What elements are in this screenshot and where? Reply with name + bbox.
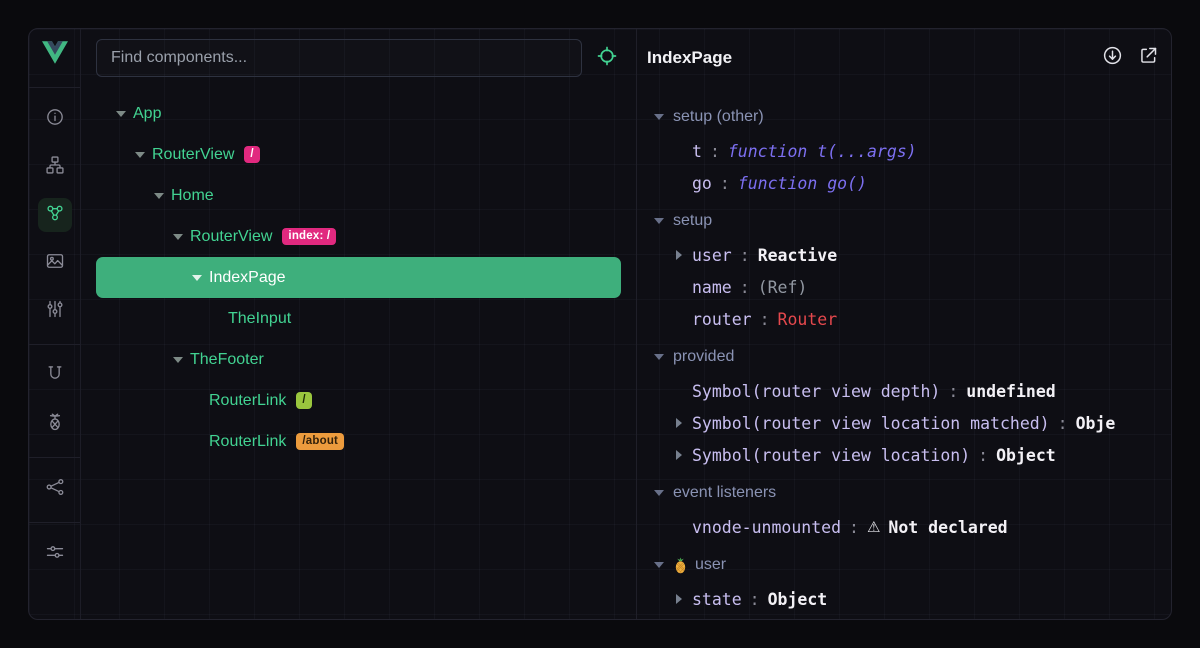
section-setup-other: setup (other) t:function t(...args) go:f… bbox=[637, 99, 1171, 199]
graph-icon bbox=[45, 477, 65, 502]
tree-item-theinput[interactable]: TheInput bbox=[96, 298, 621, 339]
caret-right-icon[interactable] bbox=[676, 450, 682, 460]
sidebar-divider bbox=[29, 87, 80, 88]
section-header[interactable]: user bbox=[637, 547, 1171, 583]
property-row[interactable]: name:(Ref) bbox=[637, 271, 1171, 303]
hook-icon bbox=[45, 364, 65, 389]
caret-down-icon bbox=[654, 114, 664, 120]
section-setup: setup user:Reactive name:(Ref) router:Ro… bbox=[637, 203, 1171, 335]
property-row[interactable]: t:function t(...args) bbox=[637, 135, 1171, 167]
components-icon bbox=[45, 203, 65, 228]
section-header[interactable]: setup bbox=[637, 203, 1171, 239]
sidebar-item-graph[interactable] bbox=[38, 472, 72, 506]
caret-down-icon[interactable] bbox=[116, 111, 126, 117]
sidebar-item-hierarchy[interactable] bbox=[38, 150, 72, 184]
component-tree-panel: App RouterView / Home RouterView index: … bbox=[81, 29, 636, 619]
sidebar-item-components[interactable] bbox=[38, 198, 72, 232]
route-badge: index: / bbox=[282, 228, 336, 246]
sliders-vertical-icon bbox=[45, 299, 65, 324]
caret-down-icon[interactable] bbox=[154, 193, 164, 199]
hierarchy-icon bbox=[45, 155, 65, 180]
vue-devtools-window: App RouterView / Home RouterView index: … bbox=[28, 28, 1172, 620]
sidebar-item-hooks[interactable] bbox=[38, 359, 72, 393]
tree-item-routerlink-about[interactable]: RouterLink /about bbox=[96, 421, 621, 462]
route-badge: /about bbox=[296, 433, 344, 451]
sliders-horizontal-icon bbox=[45, 542, 65, 567]
caret-down-icon bbox=[654, 562, 664, 568]
sidebar-divider bbox=[29, 522, 80, 523]
open-in-editor-button[interactable] bbox=[1135, 45, 1161, 71]
sidebar-item-timeline[interactable] bbox=[38, 294, 72, 328]
route-badge: / bbox=[296, 392, 311, 410]
caret-down-icon[interactable] bbox=[135, 152, 145, 158]
component-tree: App RouterView / Home RouterView index: … bbox=[81, 77, 636, 619]
inspector-header: IndexPage bbox=[637, 29, 1171, 77]
route-badge: / bbox=[244, 146, 259, 164]
vue-logo bbox=[42, 41, 68, 64]
caret-right-icon[interactable] bbox=[676, 594, 682, 604]
tree-item-app[interactable]: App bbox=[96, 93, 621, 134]
search-input[interactable] bbox=[96, 39, 582, 77]
inspector-panel: IndexPage setup (other) t:function t(...… bbox=[637, 29, 1171, 619]
tree-header bbox=[81, 29, 636, 77]
property-row[interactable]: Symbol(router view location):Object bbox=[637, 439, 1171, 471]
caret-right-icon[interactable] bbox=[676, 250, 682, 260]
property-row[interactable]: go:function go() bbox=[637, 167, 1171, 199]
sidebar-item-settings[interactable] bbox=[38, 537, 72, 571]
caret-down-icon bbox=[654, 218, 664, 224]
inspector-sections: setup (other) t:function t(...args) go:f… bbox=[637, 77, 1171, 619]
inspector-title: IndexPage bbox=[647, 48, 1089, 68]
section-header[interactable]: provided bbox=[637, 339, 1171, 375]
warning-triangle-icon: ⚠ bbox=[867, 518, 880, 536]
property-row[interactable]: router:Router bbox=[637, 303, 1171, 335]
caret-down-icon bbox=[654, 354, 664, 360]
tree-item-home[interactable]: Home bbox=[96, 175, 621, 216]
image-icon bbox=[45, 251, 65, 276]
circle-arrow-down-icon bbox=[1102, 45, 1123, 71]
property-row[interactable]: getters:Object bbox=[637, 615, 1171, 619]
property-row[interactable]: user:Reactive bbox=[637, 239, 1171, 271]
property-row[interactable]: state:Object bbox=[637, 583, 1171, 615]
property-row[interactable]: Symbol(router view location matched):Obj… bbox=[637, 407, 1171, 439]
tree-item-routerview[interactable]: RouterView / bbox=[96, 134, 621, 175]
sidebar-item-assets[interactable] bbox=[38, 246, 72, 280]
tree-item-routerlink-home[interactable]: RouterLink / bbox=[96, 380, 621, 421]
property-row[interactable]: Symbol(router view depth):undefined bbox=[637, 375, 1171, 407]
tree-item-indexpage-selected[interactable]: IndexPage bbox=[96, 257, 621, 298]
caret-down-icon[interactable] bbox=[173, 357, 183, 363]
locate-component-button[interactable] bbox=[590, 41, 624, 75]
section-header[interactable]: event listeners bbox=[637, 475, 1171, 511]
property-row[interactable]: vnode-unmounted:⚠Not declared bbox=[637, 511, 1171, 543]
sidebar-item-info[interactable] bbox=[38, 102, 72, 136]
section-header[interactable]: setup (other) bbox=[637, 99, 1171, 135]
caret-down-icon[interactable] bbox=[192, 275, 202, 281]
tree-item-thefooter[interactable]: TheFooter bbox=[96, 339, 621, 380]
caret-down-icon bbox=[654, 490, 664, 496]
sidebar-divider bbox=[29, 344, 80, 345]
scroll-to-component-button[interactable] bbox=[1099, 45, 1125, 71]
sidebar bbox=[29, 29, 81, 619]
info-icon bbox=[45, 107, 65, 132]
open-external-icon bbox=[1138, 45, 1159, 71]
sidebar-divider bbox=[29, 457, 80, 458]
tree-item-routerview-nested[interactable]: RouterView index: / bbox=[96, 216, 621, 257]
sidebar-item-pinia[interactable] bbox=[38, 407, 72, 441]
section-event-listeners: event listeners vnode-unmounted:⚠Not dec… bbox=[637, 475, 1171, 543]
section-provided: provided Symbol(router view depth):undef… bbox=[637, 339, 1171, 471]
caret-right-icon[interactable] bbox=[676, 418, 682, 428]
section-pinia-user: user state:Object getters:Object bbox=[637, 547, 1171, 619]
pineapple-icon bbox=[673, 557, 688, 574]
locate-target-icon bbox=[597, 46, 617, 71]
pinia-icon bbox=[45, 412, 65, 437]
caret-down-icon[interactable] bbox=[173, 234, 183, 240]
